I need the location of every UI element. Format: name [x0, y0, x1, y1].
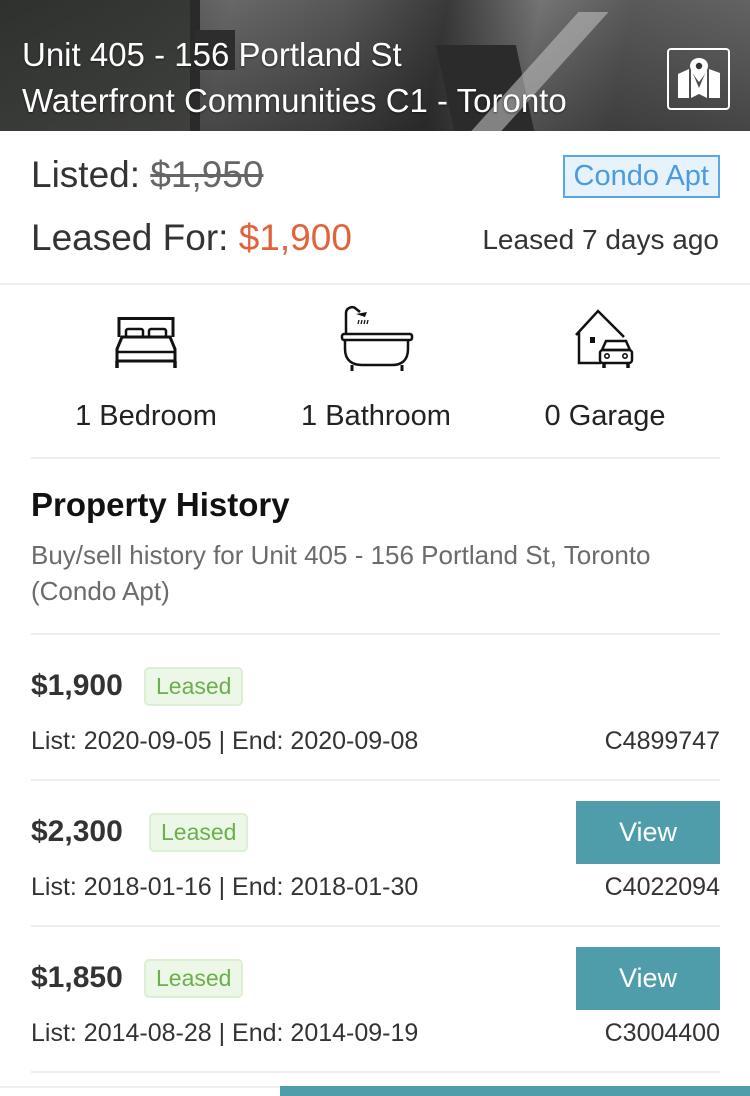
- view-button[interactable]: View: [576, 801, 720, 864]
- hero-banner: Unit 405 - 156 Portland St Waterfront Co…: [0, 0, 750, 131]
- mls-number: C4022094: [604, 873, 720, 901]
- history-dates: List: 2018-01-16 | End: 2018-01-30: [31, 873, 419, 901]
- feature-bathroom: 1 Bathroom: [261, 285, 491, 459]
- community-line: Waterfront Communities C1 - Toronto: [22, 82, 567, 119]
- history-price: $1,900: [31, 669, 123, 702]
- leased-ago-text: Leased 7 days ago: [482, 224, 719, 255]
- address-line: Unit 405 - 156 Portland St: [22, 36, 402, 73]
- history-row: $1,900 Leased List: 2020-09-05 | End: 20…: [31, 635, 720, 781]
- garage-icon: [575, 309, 634, 368]
- section-subtitle: Buy/sell history for Unit 405 - 156 Port…: [31, 540, 651, 606]
- listed-price: $1,950: [150, 154, 264, 195]
- feature-label: 1 Bedroom: [75, 400, 217, 432]
- bottom-action-button[interactable]: [280, 1086, 750, 1096]
- status-badge: Leased: [144, 667, 244, 706]
- map-button[interactable]: [667, 48, 730, 110]
- feature-label: 1 Bathroom: [301, 400, 451, 432]
- status-badge: Leased: [144, 959, 244, 998]
- listed-label: Listed:: [31, 154, 141, 195]
- history-row: $1,850 Leased View List: 2014-08-28 | En…: [31, 927, 720, 1073]
- property-history-header: Property History Buy/sell history for Un…: [31, 486, 720, 609]
- bed-icon: [115, 317, 177, 368]
- history-dates: List: 2014-08-28 | End: 2014-09-19: [31, 1019, 419, 1047]
- feature-bedroom: 1 Bedroom: [31, 285, 261, 459]
- history-price: $1,850: [31, 961, 123, 994]
- divider: [0, 1086, 280, 1088]
- price-summary: Listed: $1,950 Leased For: $1,900 Condo …: [0, 131, 750, 285]
- leased-label: Leased For:: [31, 217, 229, 258]
- bathtub-icon: [340, 305, 414, 371]
- feature-garage: 0 Garage: [490, 285, 720, 459]
- listing-title: Unit 405 - 156 Portland St Waterfront Co…: [22, 32, 567, 124]
- mls-number: C4899747: [604, 727, 720, 755]
- section-title: Property History: [31, 486, 290, 523]
- leased-price-row: Leased For: $1,900: [31, 217, 352, 259]
- view-button[interactable]: View: [576, 947, 720, 1010]
- history-row: $2,300 Leased View List: 2018-01-16 | En…: [31, 781, 720, 927]
- history-dates: List: 2020-09-05 | End: 2020-09-08: [31, 727, 419, 755]
- property-type-badge: Condo Apt: [562, 155, 720, 198]
- mls-number: C3004400: [604, 1019, 720, 1047]
- feature-label: 0 Garage: [544, 400, 666, 432]
- property-features: 1 Bedroom 1 Bathroom 0 Garage: [31, 285, 720, 459]
- leased-price: $1,900: [238, 217, 352, 258]
- listed-price-row: Listed: $1,950: [31, 154, 263, 196]
- status-badge: Leased: [149, 813, 249, 852]
- map-pin-icon: [677, 58, 720, 98]
- history-price: $2,300: [31, 815, 123, 848]
